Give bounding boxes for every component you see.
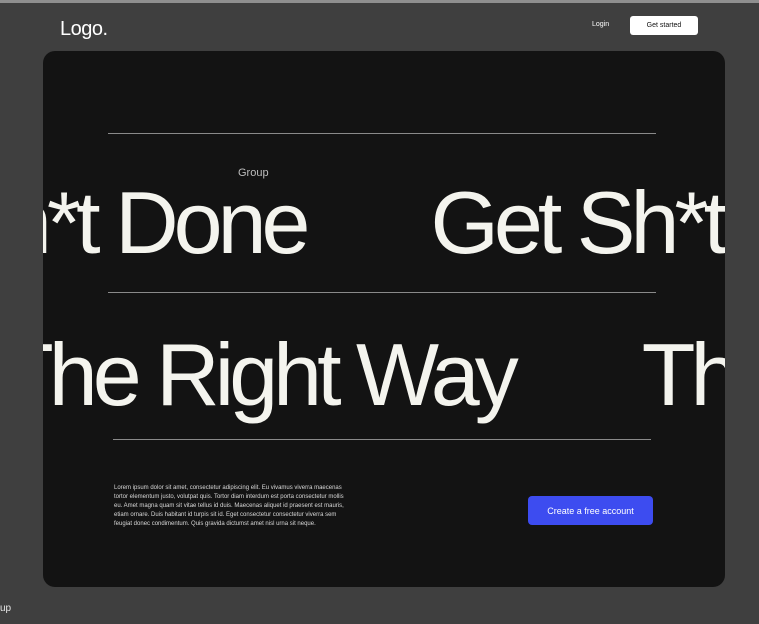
hero-section: Group Get Sh*t DoneGet Sh*t Done The Rig… xyxy=(43,51,725,587)
logo[interactable]: Logo. xyxy=(60,18,108,41)
divider-middle xyxy=(108,292,656,293)
marquee-line-2-item: The Right Way xyxy=(641,325,725,424)
get-started-button[interactable]: Get started xyxy=(630,16,698,35)
footer-text-fragment: up xyxy=(0,603,12,614)
create-account-button[interactable]: Create a free account xyxy=(528,496,653,525)
marquee-line-1: Get Sh*t DoneGet Sh*t Done xyxy=(43,179,725,267)
marquee-line-2-item: The Right Way xyxy=(43,325,519,424)
marquee-line-1-item: Get Sh*t Done xyxy=(430,173,725,272)
divider-top xyxy=(108,133,656,134)
hero-description: Lorem ipsum dolor sit amet, consectetur … xyxy=(114,485,344,527)
login-link[interactable]: Login xyxy=(592,21,609,28)
marquee-line-2: The Right WayThe Right Way xyxy=(43,331,725,419)
divider-bottom xyxy=(113,439,651,440)
marquee-line-1-item: Get Sh*t Done xyxy=(43,173,310,272)
top-border-strip xyxy=(0,0,759,3)
